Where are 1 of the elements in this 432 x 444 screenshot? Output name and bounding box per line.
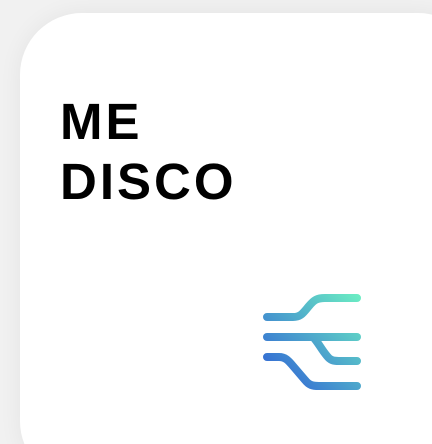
card-title: ME DISCO (60, 92, 238, 212)
